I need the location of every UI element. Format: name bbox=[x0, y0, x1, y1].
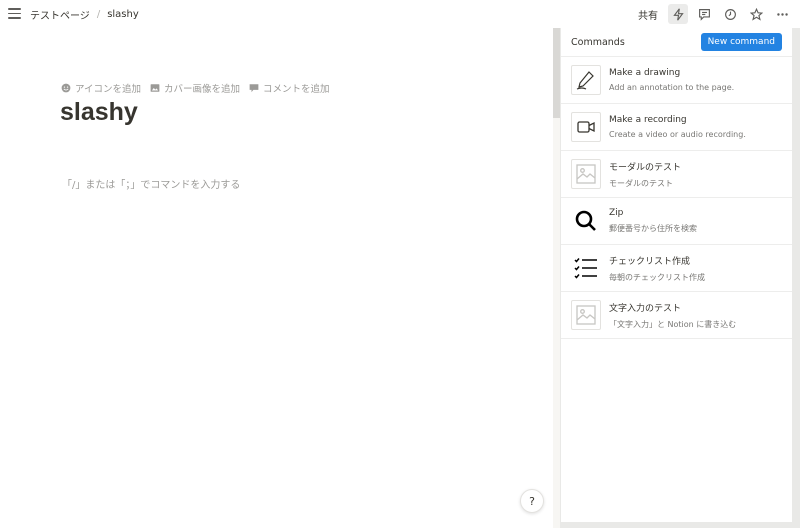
editor-placeholder[interactable]: 「/」または「；」でコマンドを入力する bbox=[62, 176, 240, 191]
add-icon-button[interactable]: アイコンを追加 bbox=[61, 81, 141, 95]
image-placeholder-icon bbox=[571, 159, 601, 189]
clock-icon[interactable] bbox=[720, 4, 740, 24]
comments-icon[interactable] bbox=[694, 4, 714, 24]
command-item[interactable]: Zip 郵便番号から住所を検索 bbox=[561, 198, 792, 245]
command-title: Make a drawing bbox=[609, 68, 681, 78]
video-icon bbox=[571, 112, 601, 142]
command-title: チェックリスト作成 bbox=[609, 256, 691, 267]
panel-header: Commands New command bbox=[561, 28, 800, 56]
add-icon-label: アイコンを追加 bbox=[75, 84, 142, 95]
command-desc: 毎朝のチェックリスト作成 bbox=[609, 272, 705, 282]
share-button[interactable]: 共有 bbox=[638, 7, 658, 22]
pen-icon bbox=[571, 65, 601, 95]
command-item[interactable]: Make a recording Create a video or audio… bbox=[561, 104, 792, 151]
command-desc: 郵便番号から住所を検索 bbox=[609, 224, 697, 233]
command-desc: Add an annotation to the page. bbox=[609, 83, 735, 92]
panel-title: Commands bbox=[571, 36, 625, 48]
breadcrumb: テストページ / slashy bbox=[30, 7, 139, 22]
command-desc: 「文字入力」と Notion に書き込む bbox=[609, 319, 737, 329]
add-cover-button[interactable]: カバー画像を追加 bbox=[150, 81, 240, 95]
top-actions: 共有 bbox=[638, 4, 792, 24]
lightning-icon[interactable] bbox=[668, 4, 688, 24]
scrollbar-thumb[interactable] bbox=[553, 28, 560, 118]
command-list: Make a drawing Add an annotation to the … bbox=[561, 56, 792, 339]
command-desc: モーダルのテスト bbox=[609, 178, 673, 188]
comment-icon bbox=[249, 84, 259, 93]
command-item[interactable]: 文字入力のテスト 「文字入力」と Notion に書き込む bbox=[561, 292, 792, 339]
command-desc: Create a video or audio recording. bbox=[609, 130, 746, 139]
new-command-button[interactable]: New command bbox=[700, 33, 782, 51]
help-button[interactable]: ? bbox=[520, 489, 544, 513]
page-title[interactable]: slashy bbox=[60, 98, 138, 127]
image-placeholder-icon bbox=[571, 300, 601, 330]
smile-icon bbox=[61, 83, 71, 93]
command-title: Make a recording bbox=[609, 115, 687, 125]
commands-panel: Commands New command Make a drawing Add … bbox=[560, 28, 800, 528]
magnifier-icon bbox=[571, 206, 601, 236]
top-bar: テストページ / slashy 共有 bbox=[0, 0, 800, 28]
command-item[interactable]: Make a drawing Add an annotation to the … bbox=[561, 57, 792, 104]
breadcrumb-separator: / bbox=[96, 9, 101, 20]
command-title: Zip bbox=[609, 208, 624, 218]
panel-bottom-edge bbox=[561, 522, 800, 528]
add-cover-label: カバー画像を追加 bbox=[164, 84, 241, 95]
add-comment-label: コメントを追加 bbox=[263, 84, 330, 95]
panel-scroll-edge bbox=[792, 28, 800, 528]
command-item[interactable]: モーダルのテスト モーダルのテスト bbox=[561, 151, 792, 198]
command-item[interactable]: チェックリスト作成 毎朝のチェックリスト作成 bbox=[561, 245, 792, 292]
command-title: モーダルのテスト bbox=[609, 162, 682, 173]
checklist-icon bbox=[571, 253, 601, 283]
breadcrumb-current[interactable]: slashy bbox=[107, 9, 139, 20]
add-comment-button[interactable]: コメントを追加 bbox=[249, 81, 330, 95]
command-title: 文字入力のテスト bbox=[609, 303, 682, 314]
star-icon[interactable] bbox=[746, 4, 766, 24]
menu-icon[interactable] bbox=[8, 8, 21, 19]
breadcrumb-parent[interactable]: テストページ bbox=[30, 7, 90, 22]
page-actions: アイコンを追加 カバー画像を追加 コメントを追加 bbox=[61, 81, 330, 95]
more-icon[interactable] bbox=[772, 4, 792, 24]
image-icon bbox=[150, 84, 160, 92]
scrollbar[interactable] bbox=[553, 28, 560, 528]
